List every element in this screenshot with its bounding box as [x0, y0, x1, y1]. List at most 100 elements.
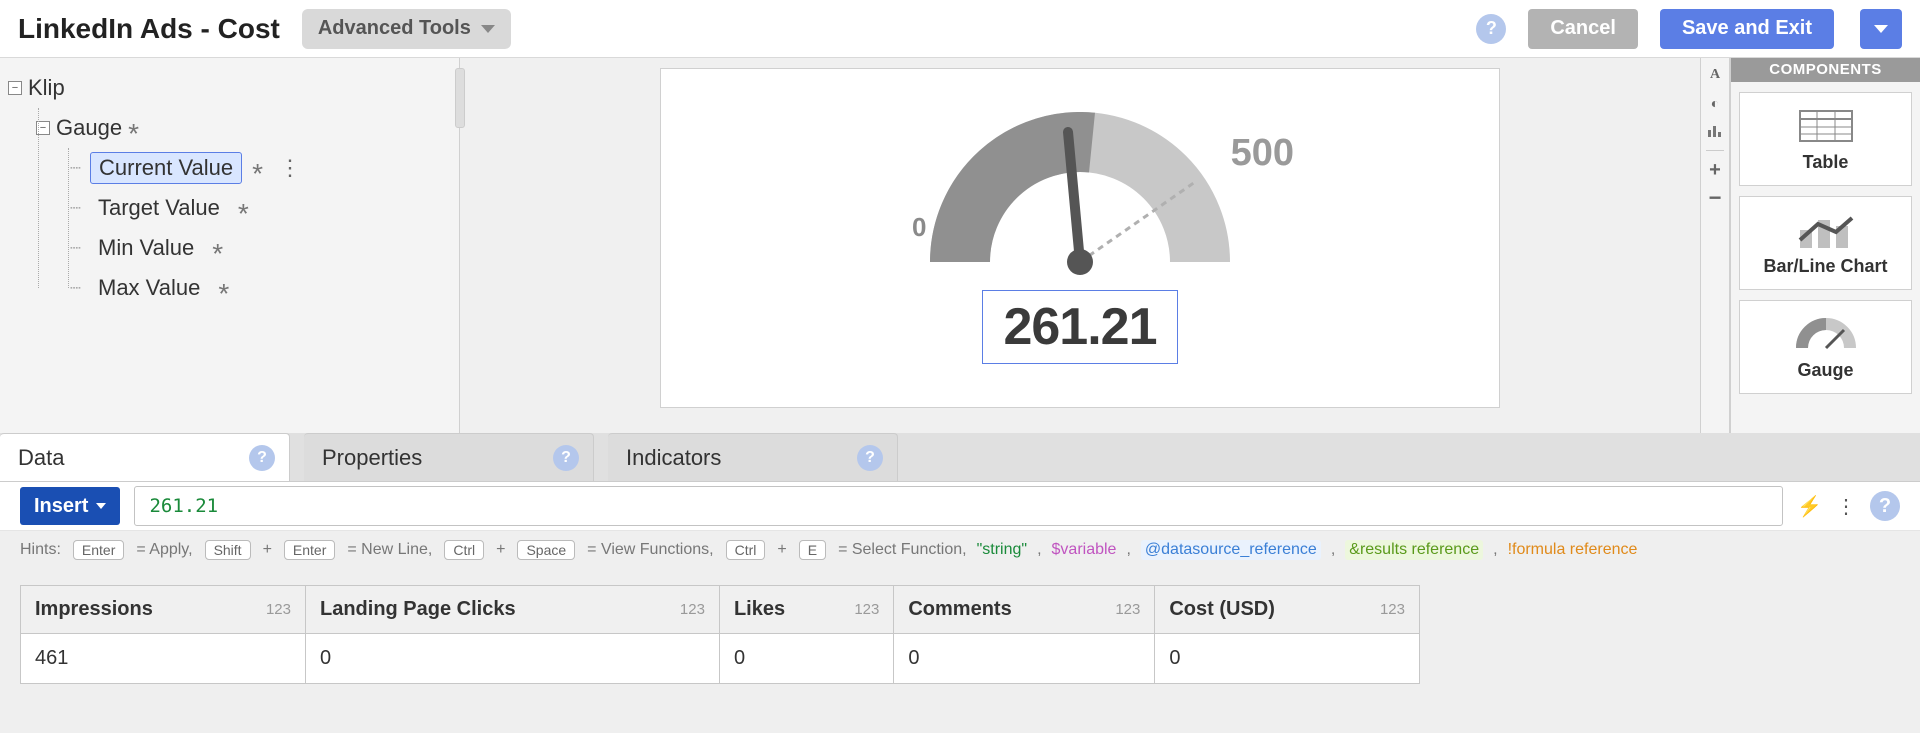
hints-label: Hints: [20, 541, 61, 559]
collapse-icon[interactable]: − [8, 81, 22, 95]
tree-node-gauge[interactable]: − Gauge * [34, 108, 453, 148]
header-label: Cost (USD) [1169, 598, 1275, 621]
hint-selectfn: = Select Function, [838, 541, 967, 559]
tab-indicators[interactable]: Indicators ? [608, 433, 898, 481]
hint-string-token: "string" [977, 541, 1027, 559]
header-label: Comments [908, 598, 1011, 621]
type-badge: 123 [854, 601, 879, 618]
save-and-exit-button[interactable]: Save and Exit [1660, 9, 1834, 49]
bar-line-chart-icon [1796, 210, 1856, 250]
text-tool-icon[interactable]: A [1704, 64, 1726, 86]
kbd-enter: Enter [284, 540, 335, 560]
column-header-comments[interactable]: Comments 123 [894, 586, 1155, 634]
more-icon[interactable]: ⋮ [1836, 494, 1856, 519]
advanced-tools-label: Advanced Tools [318, 17, 471, 40]
caret-down-icon [1874, 25, 1888, 33]
column-header-landing-page-clicks[interactable]: Landing Page Clicks123 [305, 586, 719, 634]
hint-viewfn: = View Functions, [587, 541, 713, 559]
hint-variable-token: $variable [1052, 541, 1117, 559]
header-label: Landing Page Clicks [320, 598, 516, 621]
kbd-ctrl: Ctrl [726, 540, 766, 560]
caret-down-icon [481, 25, 495, 33]
kbd-space: Space [517, 540, 575, 560]
tab-label: Data [18, 445, 64, 471]
lightning-icon[interactable]: ⚡ [1797, 494, 1822, 519]
gauge-max-label: 500 [1231, 132, 1294, 175]
asterisk-icon: * [252, 169, 263, 179]
header-label: Impressions [35, 598, 153, 621]
column-header-impressions[interactable]: Impressions 123 [21, 586, 306, 634]
tab-label: Properties [322, 445, 422, 471]
kbd-shift: Shift [205, 540, 251, 560]
save-and-exit-dropdown[interactable] [1860, 9, 1902, 49]
table-row[interactable]: 461 0 0 0 0 [21, 634, 1420, 684]
gauge-icon [920, 112, 1240, 282]
asterisk-icon: * [212, 249, 223, 259]
hint-apply: = Apply, [136, 541, 192, 559]
tab-label: Indicators [626, 445, 721, 471]
tab-properties[interactable]: Properties ? [304, 433, 594, 481]
zoom-out-icon[interactable]: − [1704, 187, 1726, 209]
component-table[interactable]: Table [1739, 92, 1912, 186]
help-icon[interactable]: ? [249, 445, 275, 471]
help-icon[interactable]: ? [1870, 491, 1900, 521]
view-toolstrip: A ◐ + − [1700, 58, 1730, 433]
insert-label: Insert [34, 495, 88, 518]
components-panel: COMPONENTS Table Bar/Line Chart Gauge [1730, 58, 1920, 433]
help-icon[interactable]: ? [553, 445, 579, 471]
gauge-widget: 0 500 [920, 112, 1240, 282]
chart-tool-icon[interactable] [1704, 120, 1726, 142]
tree-item-max-value[interactable]: Max Value * [64, 268, 453, 308]
tree-item-target-value[interactable]: Target Value * [64, 188, 453, 228]
klip-preview[interactable]: 0 500 261.21 [660, 68, 1500, 408]
help-icon[interactable]: ? [1476, 14, 1506, 44]
tab-data[interactable]: Data ? [0, 433, 290, 481]
tree-item-min-value[interactable]: Min Value * [64, 228, 453, 268]
collapse-icon[interactable]: − [36, 121, 50, 135]
data-preview-table: Impressions123 Landing Page Clicks123 Li… [20, 585, 1420, 684]
zoom-in-icon[interactable]: + [1704, 159, 1726, 181]
tree-node-klip[interactable]: − Klip [4, 68, 453, 108]
cell[interactable]: 0 [305, 634, 719, 684]
column-header-cost[interactable]: Cost (USD) 123 [1155, 586, 1420, 634]
component-label: Table [1803, 152, 1849, 173]
insert-button[interactable]: Insert [20, 487, 120, 525]
type-badge: 123 [1380, 601, 1405, 618]
cancel-button[interactable]: Cancel [1528, 9, 1638, 49]
component-barline-chart[interactable]: Bar/Line Chart [1739, 196, 1912, 290]
tree-item-label: Max Value [90, 273, 208, 303]
tree-node-label: Gauge [56, 115, 122, 141]
kbd-ctrl: Ctrl [444, 540, 484, 560]
kbd-enter: Enter [73, 540, 124, 560]
hint-formula-token: !formula reference [1508, 541, 1638, 559]
tree-item-current-value[interactable]: Current Value * ⋮ [64, 148, 453, 188]
more-icon[interactable]: ⋮ [273, 155, 307, 181]
asterisk-icon: * [218, 289, 229, 299]
cell[interactable]: 0 [894, 634, 1155, 684]
type-badge: 123 [1115, 601, 1140, 618]
asterisk-icon: * [128, 129, 139, 139]
hint-newline: = New Line, [347, 541, 432, 559]
type-badge: 123 [266, 601, 291, 618]
tree-item-label: Target Value [90, 193, 228, 223]
preview-canvas: 0 500 261.21 [460, 58, 1700, 433]
gauge-icon [1796, 314, 1856, 354]
gauge-value[interactable]: 261.21 [982, 290, 1177, 364]
column-header-likes[interactable]: Likes 123 [719, 586, 893, 634]
component-label: Gauge [1797, 360, 1853, 381]
cell[interactable]: 461 [21, 634, 306, 684]
component-tree-panel: − Klip − Gauge * Current Value * ⋮ Targe… [0, 58, 460, 433]
cell[interactable]: 0 [1155, 634, 1420, 684]
component-gauge[interactable]: Gauge [1739, 300, 1912, 394]
components-header: COMPONENTS [1731, 58, 1920, 82]
help-icon[interactable]: ? [857, 445, 883, 471]
kbd-e: E [799, 540, 826, 560]
lower-tabs: Data ? Properties ? Indicators ? [0, 433, 1920, 481]
advanced-tools-dropdown[interactable]: Advanced Tools [302, 9, 511, 49]
table-icon [1796, 106, 1856, 146]
header-label: Likes [734, 598, 785, 621]
cell[interactable]: 0 [719, 634, 893, 684]
appearance-tool-icon[interactable]: ◐ [1704, 92, 1726, 114]
tree-item-label: Current Value [90, 152, 242, 184]
formula-input[interactable] [134, 486, 1783, 526]
